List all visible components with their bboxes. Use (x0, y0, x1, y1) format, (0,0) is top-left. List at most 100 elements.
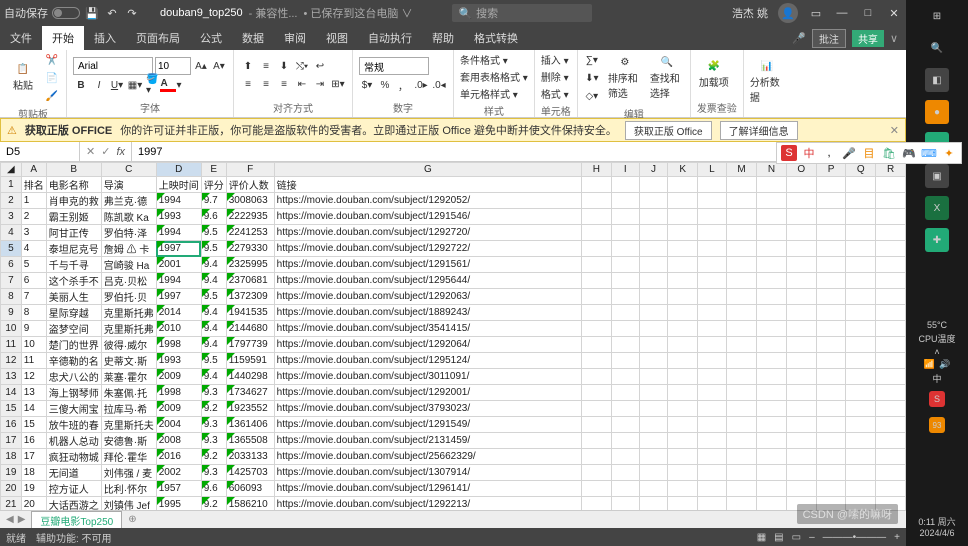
cell[interactable]: 1365508 (226, 433, 274, 449)
col-header-O[interactable]: O (786, 163, 816, 177)
zoom-slider[interactable]: ———•——— (823, 532, 887, 543)
cell[interactable] (726, 241, 756, 257)
cell[interactable] (639, 225, 668, 241)
cell[interactable] (786, 353, 816, 369)
cell[interactable] (639, 417, 668, 433)
cell[interactable]: https://movie.douban.com/subject/3541415… (274, 321, 581, 337)
cell[interactable]: 阿甘正传 (46, 225, 101, 241)
cell[interactable]: https://movie.douban.com/subject/1889243… (274, 305, 581, 321)
tab-home[interactable]: 开始 (42, 26, 84, 50)
cell[interactable]: 9.6 (201, 481, 226, 497)
cell[interactable] (816, 321, 845, 337)
cell[interactable] (726, 305, 756, 321)
col-header-B[interactable]: B (46, 163, 101, 177)
cell[interactable]: 控方证人 (46, 481, 101, 497)
cell[interactable]: 美丽人生 (46, 289, 101, 305)
delete-button[interactable]: 删除 ▾ (541, 69, 569, 84)
cell[interactable] (846, 305, 876, 321)
col-header-P[interactable]: P (816, 163, 845, 177)
align-mid-icon[interactable]: ≡ (258, 58, 274, 74)
cell[interactable]: 刘镇伟 Jef (101, 497, 156, 511)
cell[interactable] (639, 177, 668, 193)
cell[interactable]: 泰坦尼克号 (46, 241, 101, 257)
cell[interactable] (757, 225, 787, 241)
cell[interactable] (786, 177, 816, 193)
cell[interactable]: 史蒂文·斯 (101, 353, 156, 369)
tab-formula[interactable]: 公式 (190, 26, 232, 50)
cell[interactable] (611, 225, 639, 241)
minimize-icon[interactable]: — (834, 5, 850, 21)
cell[interactable] (582, 209, 612, 225)
cell[interactable] (611, 289, 639, 305)
cell[interactable]: 克里斯托弗 (101, 305, 156, 321)
excel-icon[interactable]: X (925, 196, 949, 220)
cell[interactable] (582, 289, 612, 305)
cell[interactable]: 2033133 (226, 449, 274, 465)
task-search-icon[interactable]: 🔍 (925, 36, 949, 60)
tab-insert[interactable]: 插入 (84, 26, 126, 50)
font-color-icon[interactable]: A▾ (163, 77, 179, 93)
cell[interactable] (876, 337, 906, 353)
cell[interactable] (697, 449, 726, 465)
row-header-17[interactable]: 17 (1, 433, 22, 449)
bold-icon[interactable]: B (73, 77, 89, 93)
cell[interactable] (639, 193, 668, 209)
cell[interactable] (611, 193, 639, 209)
align-top-icon[interactable]: ⬆ (240, 58, 256, 74)
cell[interactable] (611, 449, 639, 465)
cell[interactable] (846, 433, 876, 449)
cell[interactable]: 2279330 (226, 241, 274, 257)
cell-style-button[interactable]: 单元格样式 ▾ (460, 86, 518, 101)
cell[interactable] (757, 305, 787, 321)
cell[interactable]: 海上钢琴师 (46, 385, 101, 401)
cell[interactable] (668, 497, 697, 511)
row-header-4[interactable]: 4 (1, 225, 22, 241)
cell[interactable] (668, 433, 697, 449)
cell[interactable]: 2002 (156, 465, 201, 481)
app5-icon[interactable]: ✚ (925, 228, 949, 252)
cell[interactable] (582, 401, 612, 417)
percent-icon[interactable]: % (377, 77, 393, 93)
row-header-20[interactable]: 20 (1, 481, 22, 497)
tab-data[interactable]: 数据 (232, 26, 274, 50)
row-header-19[interactable]: 19 (1, 465, 22, 481)
paste-button[interactable]: 📋粘贴 (6, 56, 40, 100)
cell[interactable] (668, 273, 697, 289)
cell[interactable] (582, 385, 612, 401)
cell[interactable] (757, 273, 787, 289)
inc-decimal-icon[interactable]: .0▸ (413, 77, 429, 93)
sort-filter-button[interactable]: ⚙排序和筛选 (608, 56, 642, 100)
cell[interactable] (697, 481, 726, 497)
cell[interactable]: 1994 (156, 193, 201, 209)
cell[interactable]: 詹姆 ⚠ 卡 (101, 241, 156, 257)
cell[interactable]: 1440298 (226, 369, 274, 385)
sheet-prev-icon[interactable]: ◀ (6, 514, 14, 525)
cell[interactable] (846, 353, 876, 369)
cell[interactable] (726, 465, 756, 481)
cell[interactable]: 朱塞佩·托 (101, 385, 156, 401)
cell[interactable]: 12 (21, 369, 46, 385)
row-header-14[interactable]: 14 (1, 385, 22, 401)
cell[interactable] (582, 497, 612, 511)
cell[interactable]: 14 (21, 401, 46, 417)
col-header-F[interactable]: F (226, 163, 274, 177)
row-header-12[interactable]: 12 (1, 353, 22, 369)
cell[interactable] (786, 321, 816, 337)
cell[interactable] (726, 497, 756, 511)
row-header-6[interactable]: 6 (1, 257, 22, 273)
cell[interactable] (816, 241, 845, 257)
cell[interactable]: 2370681 (226, 273, 274, 289)
user-avatar-icon[interactable]: 👤 (778, 3, 798, 23)
view-page-icon[interactable]: ▤ (774, 532, 783, 543)
cell[interactable] (816, 257, 845, 273)
border-icon[interactable]: ▦▾ (127, 77, 143, 93)
cell[interactable]: 1361406 (226, 417, 274, 433)
cell[interactable] (757, 417, 787, 433)
cond-format-button[interactable]: 条件格式 ▾ (460, 52, 508, 67)
indent-inc-icon[interactable]: ⇥ (312, 76, 328, 92)
cell[interactable]: 1993 (156, 353, 201, 369)
row-header-11[interactable]: 11 (1, 337, 22, 353)
cell[interactable] (639, 449, 668, 465)
cell[interactable]: 陈凯歌 Ka (101, 209, 156, 225)
ime-voice-icon[interactable]: 🎤 (841, 145, 857, 161)
